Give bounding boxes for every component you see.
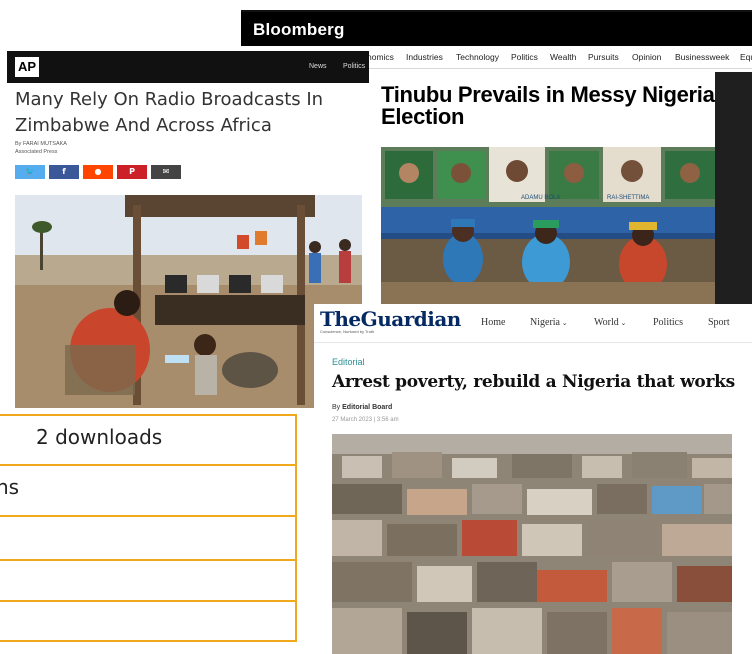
guardian-cityscape-photo (332, 434, 732, 654)
poster-text: RAI-SHETTIMA (607, 195, 649, 201)
ap-byline-org: Associated Press (15, 149, 58, 155)
list-box-4[interactable] (0, 559, 297, 602)
guardian-nav-sport[interactable]: Sport (708, 317, 730, 328)
bloomberg-nav-pursuits[interactable]: Pursuits (588, 52, 619, 62)
email-icon: ✉ (162, 167, 170, 176)
twitter-share-button[interactable]: 🐦 (15, 165, 45, 179)
guardian-article-screenshot: TheGuardian Conscience, Nurtured by Trut… (314, 304, 752, 654)
guardian-logo-text: TheGuardian (320, 307, 461, 331)
bloomberg-nav-technology[interactable]: Technology (456, 52, 499, 62)
bloomberg-header-bar: Bloomberg (241, 12, 752, 46)
guardian-nav-nigeria[interactable]: Nigeria ⌄ (530, 317, 568, 328)
bloomberg-logo[interactable]: Bloomberg (253, 20, 345, 40)
email-share-button[interactable]: ✉ (151, 165, 181, 179)
ap-headline[interactable]: Many Rely On Radio Broadcasts In Zimbabw… (15, 87, 360, 139)
list-box-text: ns (0, 475, 20, 499)
guardian-nav-home[interactable]: Home (481, 317, 505, 328)
ap-nav-politics[interactable]: Politics (343, 63, 365, 70)
bloomberg-side-figure (715, 72, 752, 312)
guardian-headline[interactable]: Arrest poverty, rebuild a Nigeria that w… (332, 372, 747, 392)
bloomberg-nav-wealth[interactable]: Wealth (550, 52, 576, 62)
reddit-share-button[interactable]: ● (83, 165, 113, 179)
list-box-2[interactable]: ns (0, 464, 297, 517)
ap-logo[interactable]: AP (15, 57, 39, 77)
guardian-by-prefix: By (332, 404, 341, 411)
list-box-3[interactable] (0, 515, 297, 561)
guardian-nav-politics[interactable]: Politics (653, 317, 683, 328)
bloomberg-headline[interactable]: Tinubu Prevails in Messy Nigerian Electi… (381, 84, 751, 128)
guardian-author[interactable]: Editorial Board (342, 404, 392, 411)
ap-header-bar: AP News Politics (7, 51, 369, 83)
bloomberg-election-photo: ADAMU BOLA RAI-SHETTIMA (381, 147, 727, 305)
guardian-nav-nigeria-label: Nigeria (530, 317, 560, 328)
poster-text: ADAMU BOLA (521, 195, 560, 201)
ap-market-photo (15, 195, 362, 408)
chevron-down-icon: ⌄ (560, 319, 568, 327)
bloomberg-nav-equality[interactable]: Equ (740, 52, 752, 62)
facebook-icon: f (62, 167, 66, 176)
pinterest-share-button[interactable]: P (117, 165, 147, 179)
chevron-down-icon: ⌄ (618, 319, 627, 327)
ap-byline: By FARAI MUTSAKA Associated Press (15, 140, 67, 156)
guardian-logo[interactable]: TheGuardian Conscience, Nurtured by Trut… (320, 307, 461, 334)
bloomberg-nav-opinion[interactable]: Opinion (632, 52, 661, 62)
guardian-kicker[interactable]: Editorial (332, 357, 365, 367)
pinterest-icon: P (129, 167, 135, 176)
guardian-nav-world-label: World (594, 317, 619, 328)
guardian-header: TheGuardian Conscience, Nurtured by Trut… (314, 304, 752, 343)
bloomberg-nav-industries[interactable]: Industries (406, 52, 443, 62)
list-box-1[interactable]: 2 downloads (0, 414, 297, 466)
guardian-byline: By Editorial Board (332, 404, 392, 411)
ap-byline-author: By FARAI MUTSAKA (15, 141, 67, 147)
ap-nav-news[interactable]: News (309, 63, 327, 70)
reddit-icon: ● (94, 167, 102, 176)
list-box-5[interactable] (0, 600, 297, 642)
bloomberg-nav-economics[interactable]: nomics (367, 52, 394, 62)
guardian-date: 27 March 2023 | 3:56 am (332, 417, 399, 423)
top-cropped-strip (0, 0, 752, 12)
twitter-icon: 🐦 (25, 167, 35, 176)
bloomberg-nav-businessweek[interactable]: Businessweek (675, 52, 729, 62)
bloomberg-nav-politics[interactable]: Politics (511, 52, 538, 62)
facebook-share-button[interactable]: f (49, 165, 79, 179)
list-box-text: 2 downloads (36, 425, 163, 449)
guardian-nav-world[interactable]: World ⌄ (594, 317, 626, 328)
